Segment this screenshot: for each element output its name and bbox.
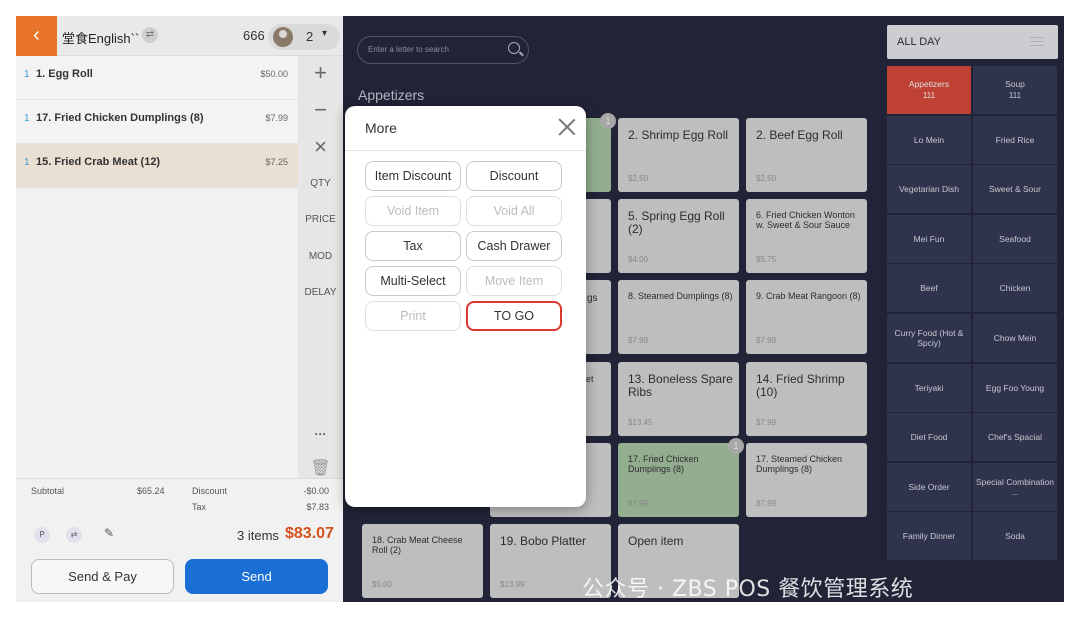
discount-value: -$0.00 bbox=[303, 486, 329, 496]
grand-total: $83.07 bbox=[285, 525, 334, 542]
points-badge[interactable]: P bbox=[34, 527, 50, 543]
order-panel: ‹ 堂食English`` ⇄ 666 2 ▾ 1 1. Egg Roll $5… bbox=[16, 16, 343, 602]
price-button[interactable]: PRICE bbox=[298, 203, 343, 237]
add-qty-button[interactable]: + bbox=[298, 56, 343, 90]
send-and-pay-button[interactable]: Send & Pay bbox=[31, 559, 174, 594]
order-totals: Subtotal $65.24 Discount -$0.00 Tax $7.8… bbox=[16, 478, 343, 518]
items-count: 3 items bbox=[237, 528, 279, 543]
tax-button[interactable]: Tax bbox=[365, 231, 461, 261]
guest-count-selector[interactable]: 2 ▾ bbox=[268, 24, 340, 50]
pos-screen: ‹ 堂食English`` ⇄ 666 2 ▾ 1 1. Egg Roll $5… bbox=[16, 16, 1064, 602]
order-item[interactable]: 1 1. Egg Roll $50.00 bbox=[16, 56, 298, 100]
subtotal-value: $65.24 bbox=[137, 486, 165, 496]
back-button[interactable]: ‹ bbox=[16, 16, 57, 56]
delay-button[interactable]: DELAY bbox=[298, 276, 343, 310]
chevron-left-icon: ‹ bbox=[33, 24, 40, 46]
send-button[interactable]: Send bbox=[185, 559, 328, 594]
table-number: 666 bbox=[243, 28, 265, 43]
order-item-list: 1 1. Egg Roll $50.00 1 17. Fried Chicken… bbox=[16, 56, 298, 188]
order-summary-bar: P ⇄ ✎ 3 items $83.07 bbox=[16, 518, 343, 552]
discount-button[interactable]: Discount bbox=[466, 161, 562, 191]
order-item[interactable]: 1 17. Fried Chicken Dumplings (8) $7.99 bbox=[16, 100, 298, 144]
remove-item-button[interactable]: × bbox=[298, 130, 343, 164]
order-item-price: $7.25 bbox=[265, 157, 288, 167]
minus-qty-button[interactable]: − bbox=[298, 93, 343, 127]
pencil-icon[interactable]: ✎ bbox=[104, 526, 114, 540]
watermark-text: 公众号 · ZBS POS 餐饮管理系统 bbox=[582, 577, 914, 602]
dialog-title: More bbox=[365, 120, 397, 136]
store-name: 堂食English`` bbox=[62, 31, 140, 46]
guest-count: 2 bbox=[306, 29, 314, 44]
order-item-qty: 1 bbox=[24, 113, 30, 124]
switch-icon[interactable]: ⇄ bbox=[142, 27, 158, 43]
transfer-icon[interactable]: ⇄ bbox=[66, 527, 82, 543]
item-tool-column: + − × QTY PRICE MOD DELAY ··· 🗑 bbox=[298, 56, 343, 486]
order-item-selected[interactable]: 1 15. Fried Crab Meat (12) $7.25 bbox=[16, 144, 298, 188]
order-item-qty: 1 bbox=[24, 69, 30, 80]
tax-value: $7.83 bbox=[306, 502, 329, 512]
print-button: Print bbox=[365, 301, 461, 331]
void-item-button: Void Item bbox=[365, 196, 461, 226]
person-icon bbox=[273, 27, 293, 47]
to-go-button[interactable]: TO GO bbox=[466, 301, 562, 331]
order-item-price: $50.00 bbox=[260, 69, 288, 79]
qty-button[interactable]: QTY bbox=[298, 167, 343, 201]
subtotal-label: Subtotal bbox=[31, 486, 65, 496]
more-dialog: More Item Discount Discount Void Item Void … bbox=[345, 106, 586, 507]
void-all-button: Void All bbox=[466, 196, 562, 226]
order-item-name: 15. Fried Crab Meat (12) bbox=[36, 156, 161, 168]
order-item-name: 1. Egg Roll bbox=[36, 68, 93, 80]
multi-select-button[interactable]: Multi-Select bbox=[365, 266, 461, 296]
cash-drawer-button[interactable]: Cash Drawer bbox=[466, 231, 562, 261]
order-item-qty: 1 bbox=[24, 157, 30, 168]
caret-down-icon: ▾ bbox=[322, 28, 328, 39]
order-item-name: 17. Fried Chicken Dumplings (8) bbox=[36, 112, 204, 124]
discount-label: Discount bbox=[192, 486, 228, 496]
move-item-button: Move Item bbox=[466, 266, 562, 296]
order-item-price: $7.99 bbox=[265, 113, 288, 123]
close-icon[interactable] bbox=[556, 116, 578, 138]
order-header: ‹ 堂食English`` ⇄ 666 2 ▾ bbox=[16, 16, 343, 56]
item-discount-button[interactable]: Item Discount bbox=[365, 161, 461, 191]
tax-label: Tax bbox=[192, 502, 207, 512]
dialog-header: More bbox=[345, 106, 586, 151]
more-button[interactable]: ··· bbox=[298, 417, 343, 451]
mod-button[interactable]: MOD bbox=[298, 240, 343, 274]
